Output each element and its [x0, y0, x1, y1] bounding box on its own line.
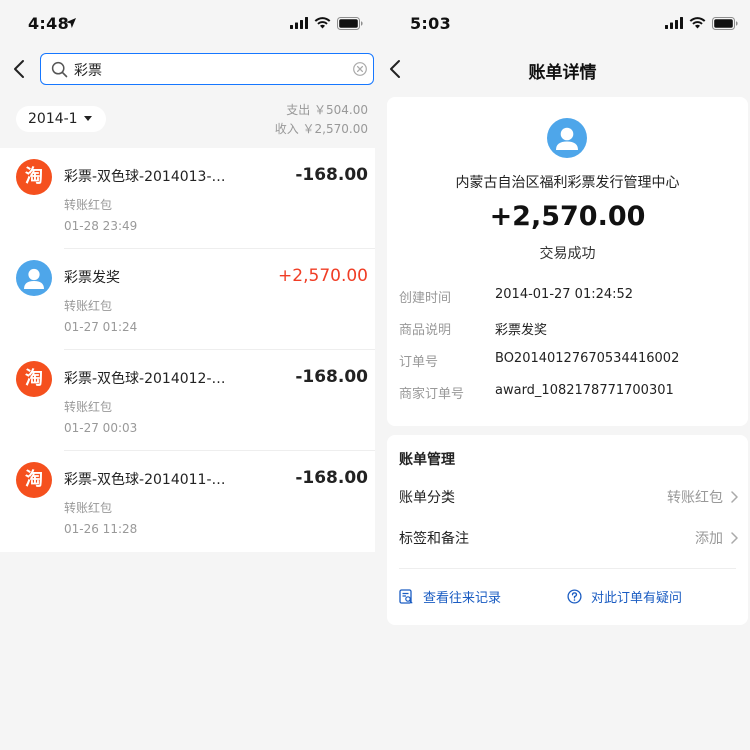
tags-value: 添加	[695, 531, 723, 547]
location-arrow-icon	[66, 18, 76, 28]
bill-detail-card: 内蒙古自治区福利彩票发行管理中心 +2,570.00 交易成功 创建时间 201…	[387, 97, 748, 426]
battery-icon	[712, 16, 738, 30]
system-icons	[665, 16, 738, 30]
item-amount: -168.00	[295, 468, 368, 488]
detail-key: 商品说明	[399, 323, 452, 338]
month-selector[interactable]: 2014-1	[16, 106, 106, 132]
item-time: 01-27 00:03	[64, 421, 138, 435]
detail-value[interactable]: award_1082178771700301	[495, 383, 674, 398]
system-icons	[290, 16, 363, 30]
list-item[interactable]: 淘 彩票-双色球-2014012-… 转账红包 01-27 00:03 -168…	[0, 350, 375, 451]
search-icon	[51, 61, 68, 78]
item-category: 转账红包	[64, 400, 113, 414]
detail-key: 商家订单号	[399, 387, 465, 402]
signal-icon	[290, 17, 308, 29]
list-item[interactable]: 淘 彩票-双色球-2014011-… 转账红包 01-26 11:28 -168…	[0, 451, 375, 552]
item-title: 彩票-双色球-2014013-…	[64, 169, 226, 185]
month-label: 2014-1	[28, 111, 78, 127]
user-icon	[547, 118, 587, 158]
list-item[interactable]: 彩票发奖 转账红包 01-27 01:24 +2,570.00	[0, 249, 375, 350]
tags-label: 标签和备注	[399, 531, 469, 547]
back-chevron-icon[interactable]	[9, 58, 31, 80]
caret-down-icon	[84, 116, 92, 121]
status-bar: 5:03	[375, 0, 750, 48]
list-item[interactable]: 淘 彩票-双色球-2014013-… 转账红包 01-28 23:49 -168…	[0, 148, 375, 249]
taobao-icon: 淘	[16, 159, 52, 195]
item-time: 01-27 01:24	[64, 320, 138, 334]
item-title: 彩票发奖	[64, 270, 120, 286]
bill-search-screen: 4:48 彩票 2014-1 支出 ￥504.00 收入 ￥2,570.00 淘…	[0, 0, 375, 750]
taobao-icon: 淘	[16, 361, 52, 397]
item-time: 01-28 23:49	[64, 219, 138, 233]
item-time: 01-26 11:28	[64, 522, 138, 536]
tags-notes-row[interactable]: 标签和备注 添加	[399, 528, 739, 550]
chevron-right-icon	[731, 532, 738, 544]
detail-value[interactable]: BO20140127670534416002	[495, 351, 679, 366]
status-time: 5:03	[410, 14, 451, 33]
item-amount: -168.00	[295, 367, 368, 387]
detail-key: 订单号	[399, 355, 439, 370]
detail-amount: +2,570.00	[489, 201, 646, 232]
chevron-right-icon	[731, 491, 738, 503]
divider	[399, 568, 736, 569]
income-summary: 收入 ￥2,570.00	[274, 122, 368, 136]
item-category: 转账红包	[64, 501, 113, 515]
item-category: 转账红包	[64, 299, 113, 313]
user-icon	[16, 260, 52, 296]
item-amount: +2,570.00	[278, 266, 368, 286]
transaction-status: 交易成功	[539, 246, 596, 262]
detail-value: 2014-01-27 01:24:52	[495, 287, 634, 302]
view-history-button[interactable]: 查看往来记录	[399, 587, 559, 607]
bill-management-card: 账单管理 账单分类 转账红包 标签和备注 添加 查看往来记录 对此订单有疑问	[387, 435, 748, 625]
status-bar: 4:48	[0, 0, 375, 48]
taobao-icon: 淘	[16, 462, 52, 498]
section-title: 账单管理	[399, 452, 455, 468]
wifi-icon	[314, 17, 331, 29]
question-circle-icon	[567, 589, 582, 604]
category-value: 转账红包	[667, 490, 723, 506]
item-title: 彩票-双色球-2014011-…	[64, 472, 226, 488]
wifi-icon	[689, 17, 706, 29]
bill-list: 淘 彩票-双色球-2014013-… 转账红包 01-28 23:49 -168…	[0, 148, 375, 552]
order-question-button[interactable]: 对此订单有疑问	[567, 587, 737, 607]
category-label: 账单分类	[399, 490, 455, 506]
expense-summary: 支出 ￥504.00	[286, 103, 368, 117]
bill-detail-screen: 5:03 账单详情 内蒙古自治区福利彩票发行管理中心 +2,570.00 交易成…	[375, 0, 750, 750]
merchant-name: 内蒙古自治区福利彩票发行管理中心	[455, 175, 680, 191]
document-search-icon	[399, 589, 413, 604]
view-history-label: 查看往来记录	[423, 591, 502, 606]
detail-value: 彩票发奖	[495, 323, 548, 338]
item-title: 彩票-双色球-2014012-…	[64, 371, 226, 387]
signal-icon	[665, 17, 683, 29]
search-query[interactable]: 彩票	[74, 60, 102, 80]
item-category: 转账红包	[64, 198, 113, 212]
battery-icon	[337, 16, 363, 30]
detail-key: 创建时间	[399, 291, 452, 306]
search-input[interactable]: 彩票	[40, 53, 374, 85]
status-time: 4:48	[28, 14, 69, 33]
item-amount: -168.00	[295, 165, 368, 185]
clear-icon[interactable]	[353, 62, 367, 76]
order-question-label: 对此订单有疑问	[591, 591, 683, 606]
bill-category-row[interactable]: 账单分类 转账红包	[399, 487, 739, 509]
page-title: 账单详情	[528, 63, 597, 83]
